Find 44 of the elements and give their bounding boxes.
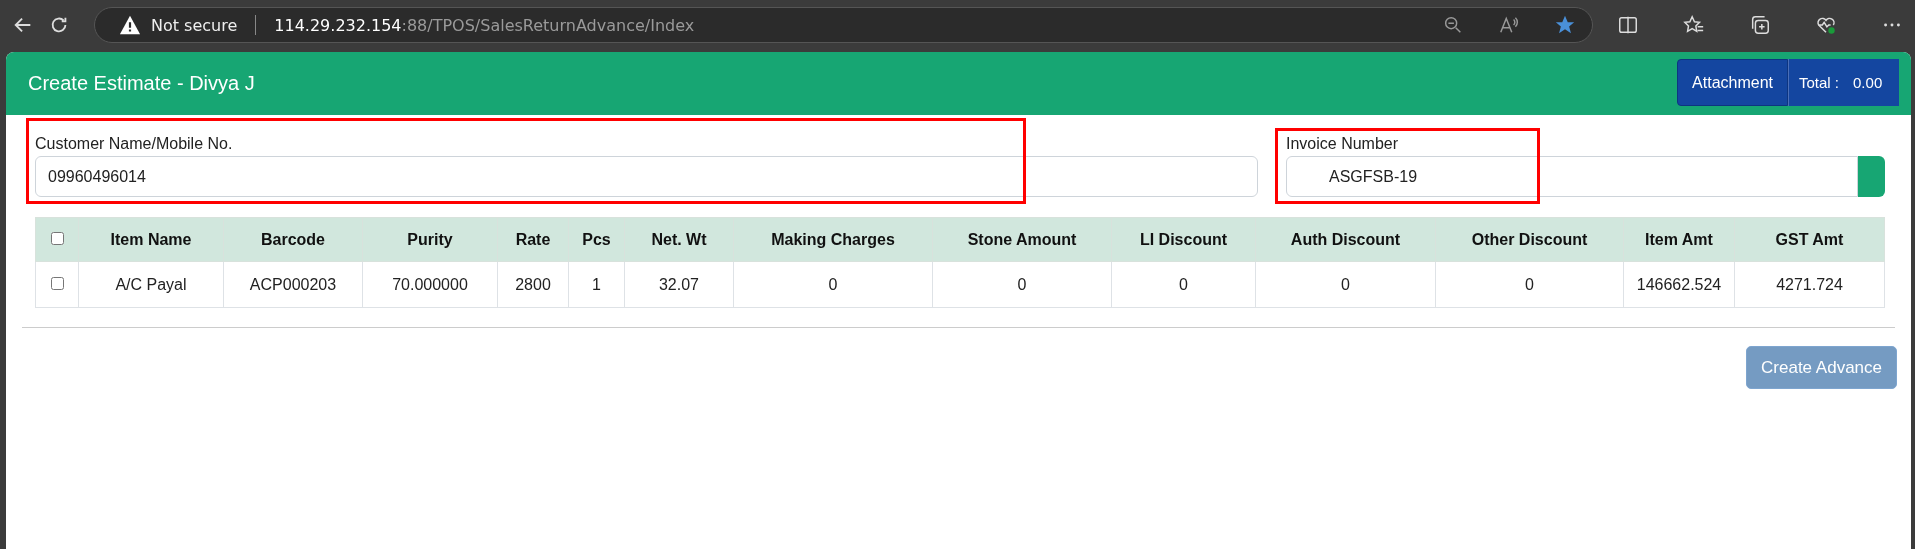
split-screen-icon[interactable]	[1617, 14, 1639, 36]
table-cell: 0	[932, 261, 1112, 308]
field-label: Invoice Number	[1286, 135, 1399, 153]
table-cell: 2800	[497, 261, 569, 308]
warning-icon	[119, 14, 141, 36]
column-header: LI Discount	[1111, 217, 1256, 262]
zoom-out-icon[interactable]	[1442, 14, 1464, 36]
table-cell: 0	[1111, 261, 1256, 308]
column-header: Barcode	[223, 217, 363, 262]
column-header: GST Amt	[1734, 217, 1885, 262]
star-icon[interactable]	[1554, 14, 1576, 36]
table-cell: 4271.724	[1734, 261, 1885, 308]
table-cell: 0	[1435, 261, 1624, 308]
column-header: Item Amt	[1623, 217, 1735, 262]
collections-icon[interactable]	[1749, 14, 1771, 36]
table-cell: 32.07	[624, 261, 734, 308]
address-bar[interactable]: Not secure 114.29.232.154:88/TPOS/SalesReturnAdvance/Index	[94, 7, 1593, 43]
table-cell: 1	[568, 261, 625, 308]
column-header: Auth Discount	[1255, 217, 1436, 262]
column-header: Other Discount	[1435, 217, 1624, 262]
column-header: Making Charges	[733, 217, 933, 262]
select-all-checkbox[interactable]	[50, 231, 64, 245]
field-label: Customer Name/Mobile No.	[35, 135, 233, 153]
input-field[interactable]: 09960496014	[35, 156, 1258, 197]
total-display: Total : 0.00	[1788, 59, 1899, 106]
favorites-icon[interactable]	[1683, 14, 1705, 36]
attachment-button[interactable]: Attachment	[1677, 59, 1788, 106]
security-label: Not secure	[151, 15, 238, 35]
page-title: Create Estimate - Divya J	[28, 72, 255, 95]
column-header: Item Name	[78, 217, 224, 262]
table-cell: ACP000203	[223, 261, 363, 308]
column-header: Net. Wt	[624, 217, 734, 262]
column-header: Rate	[497, 217, 569, 262]
column-header: Pcs	[568, 217, 625, 262]
url-text: 114.29.232.154:88/TPOS/SalesReturnAdvance/Index	[274, 15, 695, 35]
table-cell: 0	[1255, 261, 1436, 308]
column-header: Purity	[362, 217, 498, 262]
input-field[interactable]: ASGFSB-19	[1286, 156, 1858, 197]
table-cell: 0	[733, 261, 933, 308]
table-cell: A/C Payal	[78, 261, 224, 308]
table-cell: 70.000000	[362, 261, 498, 308]
table-cell: 146662.524	[1623, 261, 1735, 308]
row-checkbox[interactable]	[50, 276, 64, 290]
column-header: Stone Amount	[932, 217, 1112, 262]
